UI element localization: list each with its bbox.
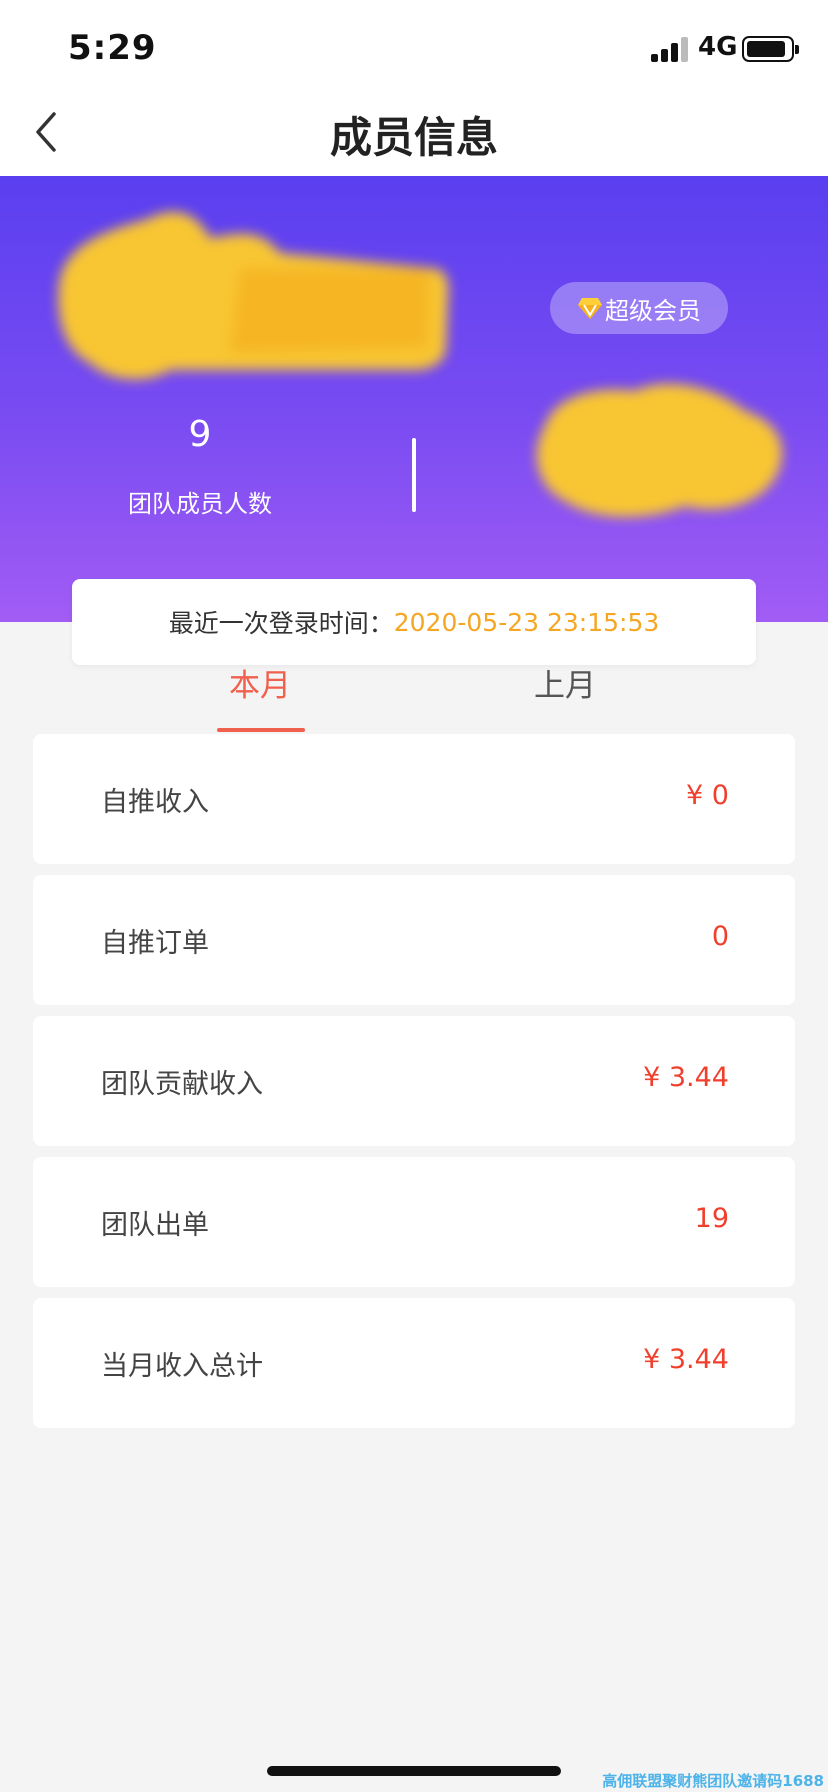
signal-icon bbox=[651, 36, 691, 62]
stat-row-team-income: 团队贡献收入 ¥ 3.44 bbox=[33, 1016, 795, 1146]
watermark: 高佣联盟聚财熊团队邀请码1688 bbox=[602, 1772, 824, 1790]
stat-row-self-income: 自推收入 ¥ 0 bbox=[33, 734, 795, 864]
active-tab-indicator bbox=[217, 728, 305, 732]
last-login-time: 2020-05-23 23:15:53 bbox=[393, 607, 660, 637]
stat-value: 0 bbox=[711, 921, 729, 952]
member-count: 9 bbox=[188, 414, 212, 455]
stat-label: 自推收入 bbox=[101, 787, 209, 818]
home-indicator[interactable] bbox=[267, 1766, 561, 1776]
tab-last-month[interactable]: 上月 bbox=[505, 664, 625, 734]
stat-row-monthly-total: 当月收入总计 ¥ 3.44 bbox=[33, 1298, 795, 1428]
network-label: 4G bbox=[698, 32, 738, 62]
last-login-card: 最近一次登录时间： 2020-05-23 23:15:53 bbox=[72, 579, 756, 665]
stat-value: ¥ 0 bbox=[686, 780, 729, 811]
stat-row-team-orders: 团队出单 19 bbox=[33, 1157, 795, 1287]
tab-this-month[interactable]: 本月 bbox=[200, 664, 320, 734]
stat-value: ¥ 3.44 bbox=[643, 1062, 729, 1093]
stat-label: 团队贡献收入 bbox=[101, 1069, 263, 1100]
stat-row-self-orders: 自推订单 0 bbox=[33, 875, 795, 1005]
vip-badge-label: 超级会员 bbox=[605, 296, 701, 325]
member-count-label: 团队成员人数 bbox=[128, 490, 272, 518]
status-time: 5:29 bbox=[68, 28, 157, 68]
stat-value: ¥ 3.44 bbox=[643, 1344, 729, 1375]
diamond-icon bbox=[578, 298, 602, 319]
nav-bar: 成员信息 bbox=[0, 90, 828, 176]
redacted-name-blur bbox=[58, 211, 449, 380]
stat-label: 当月收入总计 bbox=[101, 1351, 263, 1382]
page-title: 成员信息 bbox=[329, 113, 498, 162]
redacted-info-blur bbox=[536, 383, 782, 517]
screen: 5:29 4G 成员信息 超级会员 9 团队成员人数 最近一次登录时间： 202… bbox=[0, 0, 828, 1792]
vip-badge: 超级会员 bbox=[550, 282, 728, 334]
stat-value: 19 bbox=[694, 1203, 729, 1234]
status-bar: 5:29 4G bbox=[0, 0, 828, 90]
battery-icon bbox=[742, 36, 799, 62]
profile-header: 超级会员 9 团队成员人数 bbox=[0, 176, 828, 622]
stat-label: 自推订单 bbox=[101, 928, 209, 959]
last-login-label: 最近一次登录时间： bbox=[168, 609, 394, 638]
stat-label: 团队出单 bbox=[101, 1210, 209, 1241]
header-divider bbox=[412, 438, 416, 512]
